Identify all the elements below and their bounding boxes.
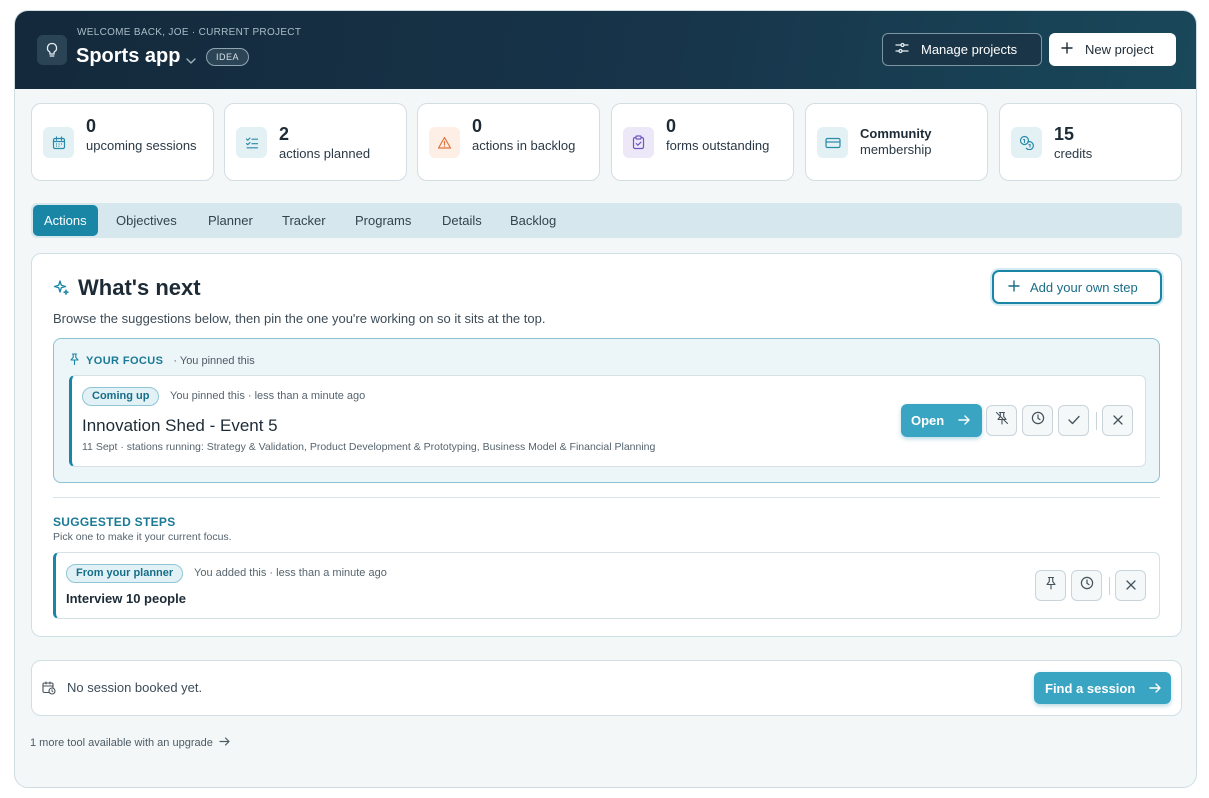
complete-button[interactable] [1058,405,1089,436]
suggested-steps-heading: SUGGESTED STEPS [53,515,176,529]
focus-card[interactable]: Coming up You pinned this · less than a … [69,375,1146,467]
snooze-button[interactable] [1071,570,1102,601]
stat-actions-backlog[interactable]: 0 actions in backlog [417,103,600,181]
new-project-label: New project [1085,42,1154,57]
stat-number: 0 [666,116,677,136]
stat-label: forms outstanding [666,138,770,153]
stat-actions-planned[interactable]: 2 actions planned [224,103,407,181]
app-frame: WELCOME BACK, JOE · CURRENT PROJECT Spor… [14,10,1197,788]
suggested-steps-subheading: Pick one to make it your current focus. [53,531,232,543]
your-focus-section: YOUR FOCUS · You pinned this Coming up Y… [53,338,1160,483]
pin-button[interactable] [1035,570,1066,601]
stat-label: actions planned [279,146,371,161]
focus-heading-note: · You pinned this [173,354,255,367]
add-own-step-label: Add your own step [1030,279,1138,295]
focus-heading: YOUR FOCUS · You pinned this [69,353,255,368]
lightbulb-icon [37,35,67,65]
find-session-label: Find a session [1045,680,1136,696]
stat-community-membership[interactable]: Community membership [805,103,988,181]
tab-bar: Actions Objectives Planner Tracker Progr… [31,203,1182,238]
unpin-icon [995,411,1009,430]
calendar-clock-icon [42,681,56,700]
stat-label: credits [1054,146,1093,161]
divider [1096,412,1097,430]
upgrade-link[interactable]: 1 more tool available with an upgrade [30,737,230,749]
stat-label: membership [860,142,932,157]
stat-number: 2 [279,124,290,144]
credit-card-icon [817,127,848,158]
tab-programs[interactable]: Programs [344,205,422,236]
tab-details[interactable]: Details [431,205,493,236]
close-icon [1125,577,1136,595]
section-description: Browse the suggestions below, then pin t… [53,311,546,326]
stat-number: 0 [472,116,483,136]
stat-title: Community [860,126,932,141]
stage-badge: IDEA [206,48,250,66]
card-meta: You added this · less than a minute ago [194,567,387,579]
pin-icon [69,353,80,368]
open-label: Open [911,413,945,428]
close-icon [1112,412,1123,430]
session-bar: No session booked yet. Find a session [31,660,1182,716]
sliders-icon [895,41,909,58]
check-icon [1067,412,1080,430]
project-name[interactable]: Sports app [76,45,180,68]
pin-icon [1045,576,1057,595]
dismiss-button[interactable] [1115,570,1146,601]
upgrade-label: 1 more tool available with an upgrade [30,737,213,749]
suggested-step-card[interactable]: From your planner You added this · less … [53,552,1160,619]
tab-backlog[interactable]: Backlog [499,205,567,236]
sparkle-icon [52,279,70,302]
stat-label: actions in backlog [472,138,576,153]
project-header: WELCOME BACK, JOE · CURRENT PROJECT Spor… [15,11,1196,89]
snooze-button[interactable] [1022,405,1053,436]
manage-projects-label: Manage projects [921,42,1018,57]
status-badge: Coming up [82,387,160,406]
source-badge: From your planner [66,564,184,583]
stat-credits[interactable]: 15 credits [999,103,1182,181]
welcome-text: WELCOME BACK, JOE · CURRENT PROJECT [77,27,302,38]
arrow-right-icon [219,737,230,749]
stat-upcoming-sessions[interactable]: 0 upcoming sessions [31,103,214,181]
checklist-icon [236,127,267,158]
dismiss-button[interactable] [1102,405,1133,436]
add-own-step-button[interactable]: Add your own step [992,270,1162,304]
find-session-button[interactable]: Find a session [1034,672,1171,704]
clock-icon [1080,576,1094,595]
unpin-button[interactable] [986,405,1017,436]
stat-label: upcoming sessions [86,138,197,153]
plus-icon [1008,279,1020,295]
whats-next-panel: What's next Browse the suggestions below… [31,253,1182,637]
card-title: Interview 10 people [66,591,186,606]
plus-icon [1061,42,1073,57]
divider [53,497,1160,498]
arrow-right-icon [1149,681,1162,696]
stat-number: 0 [86,116,97,136]
focus-heading-label: YOUR FOCUS [86,354,164,367]
clock-icon [1031,411,1045,430]
new-project-button[interactable]: New project [1049,33,1176,66]
tab-actions[interactable]: Actions [33,205,98,236]
tab-planner[interactable]: Planner [197,205,264,236]
manage-projects-button[interactable]: Manage projects [882,33,1042,66]
clipboard-check-icon [623,127,654,158]
tab-tracker[interactable]: Tracker [271,205,337,236]
card-title: Innovation Shed - Event 5 [82,416,278,435]
calendar-icon [43,127,74,158]
card-meta: You pinned this · less than a minute ago [170,390,366,402]
session-status: No session booked yet. [67,680,203,695]
chevron-down-icon[interactable] [186,51,196,69]
stat-number: 15 [1054,124,1075,144]
stat-forms-outstanding[interactable]: 0 forms outstanding [611,103,794,181]
coins-icon [1011,127,1042,158]
divider [1109,577,1110,595]
arrow-right-icon [958,413,970,428]
section-title: What's next [78,275,201,300]
tab-objectives[interactable]: Objectives [105,205,188,236]
open-button[interactable]: Open [901,404,982,437]
card-subtitle: 11 Sept · stations running: Strategy & V… [82,441,656,453]
warning-icon [429,127,460,158]
